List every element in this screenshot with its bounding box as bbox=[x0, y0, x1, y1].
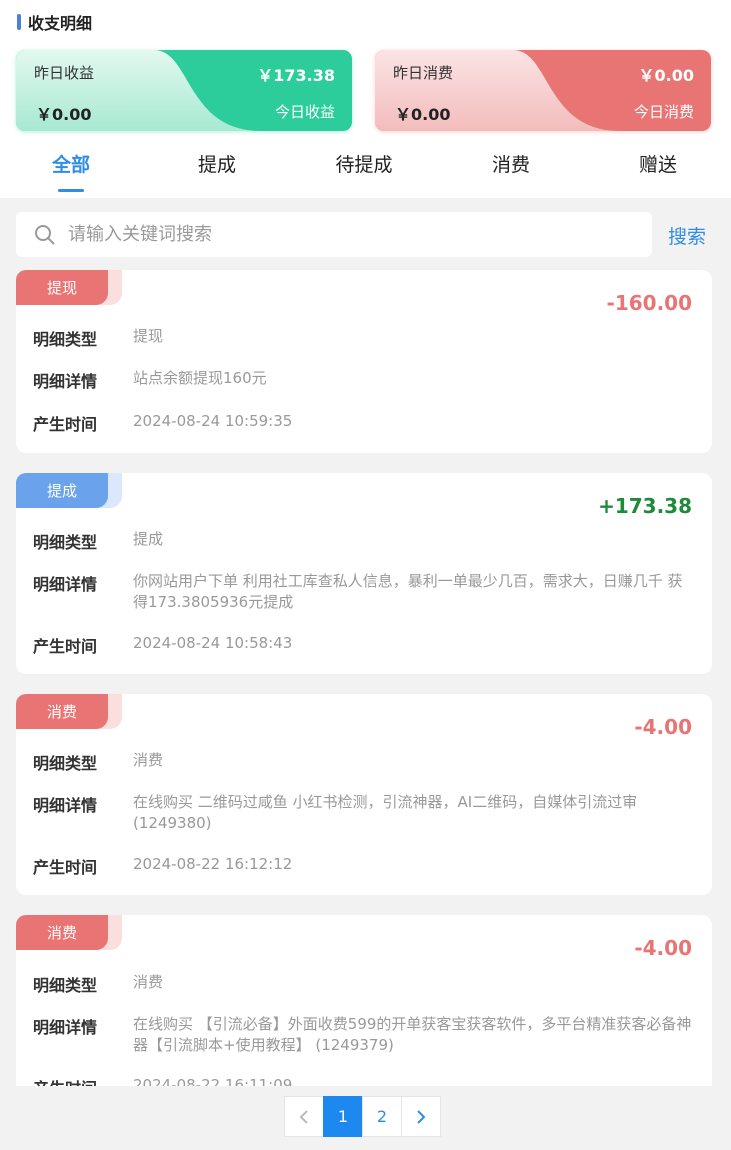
record-type-row: 明细类型 消费 bbox=[33, 972, 693, 996]
search-box bbox=[16, 212, 652, 257]
record-card: 消费 -4.00 明细类型 消费 明细详情 在线购买 【引流必备】外面收费599… bbox=[16, 915, 712, 1086]
page-title: 收支明细 bbox=[17, 12, 93, 33]
record-time-label: 产生时间 bbox=[33, 415, 98, 434]
income-yesterday-value: ￥173.38 bbox=[257, 66, 335, 85]
record-time-row: 产生时间 2024-08-24 10:58:43 bbox=[33, 633, 693, 657]
record-card: 提现 -160.00 明细类型 提现 明细详情 站点余额提现160元 产生时间 … bbox=[16, 270, 712, 453]
page-title-text: 收支明细 bbox=[28, 14, 93, 33]
record-type-label: 明细类型 bbox=[33, 754, 98, 773]
record-time-label: 产生时间 bbox=[33, 1075, 133, 1086]
record-detail-value: 在线购买 【引流必备】外面收费599的开单获客宝获客软件，多平台精准获客必备神器… bbox=[133, 1015, 692, 1054]
page-1-button[interactable]: 1 bbox=[323, 1096, 363, 1137]
tab-all[interactable]: 全部 bbox=[52, 150, 90, 177]
record-detail-label: 明细详情 bbox=[33, 372, 98, 391]
tab-consumption[interactable]: 消费 bbox=[492, 150, 530, 177]
income-yesterday-label: 昨日收益 bbox=[34, 64, 95, 82]
record-time-value: 2024-08-24 10:58:43 bbox=[133, 634, 293, 652]
record-time-row: 产生时间 2024-08-22 16:12:12 bbox=[33, 854, 693, 878]
pagination: 1 2 bbox=[284, 1096, 441, 1137]
record-type-label: 明细类型 bbox=[33, 533, 98, 552]
income-today-label: 今日收益 bbox=[274, 103, 335, 121]
record-amount: +173.38 bbox=[598, 494, 692, 518]
record-time-value: 2024-08-24 10:59:35 bbox=[133, 412, 293, 430]
record-card: 消费 -4.00 明细类型 消费 明细详情 在线购买 二维码过咸鱼 小红书检测，… bbox=[16, 694, 712, 895]
tab-commission[interactable]: 提成 bbox=[198, 150, 236, 177]
record-time-label: 产生时间 bbox=[33, 637, 98, 656]
record-detail-value: 站点余额提现160元 bbox=[133, 369, 267, 387]
record-type-label: 明细类型 bbox=[33, 330, 98, 349]
record-detail-label: 明细详情 bbox=[33, 796, 98, 815]
record-detail-value: 你网站用户下单 利用社工库查私人信息，暴利一单最少几百，需求大，日赚几千 获得1… bbox=[133, 572, 683, 611]
record-badge: 提现 bbox=[16, 270, 108, 305]
record-type-row: 明细类型 提现 bbox=[33, 326, 693, 350]
record-time-row: 产生时间 2024-08-24 10:59:35 bbox=[33, 411, 693, 435]
page-2-button[interactable]: 2 bbox=[362, 1096, 402, 1137]
record-amount: -4.00 bbox=[634, 715, 692, 739]
active-tab-indicator bbox=[58, 189, 84, 192]
record-detail-row: 明细详情 你网站用户下单 利用社工库查私人信息，暴利一单最少几百，需求大，日赚几… bbox=[33, 571, 693, 613]
title-accent-bar bbox=[17, 14, 21, 30]
record-card: 提成 +173.38 明细类型 提成 明细详情 你网站用户下单 利用社工库查私人… bbox=[16, 473, 712, 674]
record-time-label: 产生时间 bbox=[33, 858, 98, 877]
record-type-row: 明细类型 提成 bbox=[33, 529, 693, 553]
income-today-value: ￥0.00 bbox=[36, 105, 92, 124]
chevron-left-icon bbox=[299, 1109, 308, 1124]
record-detail-row: 明细详情 在线购买 二维码过咸鱼 小红书检测，引流神器，AI二维码，自媒体引流过… bbox=[33, 792, 693, 834]
tab-pending-commission[interactable]: 待提成 bbox=[335, 150, 392, 177]
income-card: 昨日收益 ￥173.38 ￥0.00 今日收益 bbox=[16, 50, 352, 131]
record-detail-row: 明细详情 在线购买 【引流必备】外面收费599的开单获客宝获客软件，多平台精准获… bbox=[33, 1014, 693, 1056]
next-page-button[interactable] bbox=[401, 1096, 441, 1137]
record-detail-row: 明细详情 站点余额提现160元 bbox=[33, 368, 693, 392]
record-type-value: 消费 bbox=[133, 973, 164, 991]
chevron-right-icon bbox=[417, 1109, 426, 1124]
filter-tabs: 全部 提成 待提成 消费 赠送 bbox=[0, 150, 731, 192]
expense-today-value: ￥0.00 bbox=[395, 105, 451, 124]
record-type-value: 消费 bbox=[133, 751, 164, 769]
search-input[interactable] bbox=[68, 224, 628, 245]
expense-yesterday-label: 昨日消费 bbox=[393, 64, 454, 82]
record-time-row: 产生时间 2024-08-22 16:11:09 bbox=[33, 1075, 693, 1086]
record-amount: -4.00 bbox=[634, 936, 692, 960]
tab-gift[interactable]: 赠送 bbox=[639, 150, 677, 177]
search-icon bbox=[35, 224, 55, 244]
record-type-label: 明细类型 bbox=[33, 976, 98, 995]
expense-today-label: 今日消费 bbox=[633, 103, 694, 121]
expense-yesterday-value: ￥0.00 bbox=[638, 66, 694, 85]
record-amount: -160.00 bbox=[606, 291, 692, 315]
record-badge: 消费 bbox=[16, 915, 108, 950]
record-detail-label: 明细详情 bbox=[33, 1018, 98, 1037]
expense-card: 昨日消费 ￥0.00 ￥0.00 今日消费 bbox=[375, 50, 711, 131]
search-button[interactable]: 搜索 bbox=[668, 222, 706, 249]
record-type-row: 明细类型 消费 bbox=[33, 750, 693, 774]
record-detail-value: 在线购买 二维码过咸鱼 小红书检测，引流神器，AI二维码，自媒体引流过审 (12… bbox=[133, 793, 638, 832]
header-panel: 收支明细 昨日收益 ￥173.38 ￥0.00 今日收益 昨日消费 ￥0.00 … bbox=[0, 0, 731, 198]
record-type-value: 提成 bbox=[133, 530, 164, 548]
prev-page-button[interactable] bbox=[284, 1096, 324, 1137]
record-badge: 消费 bbox=[16, 694, 108, 729]
record-detail-label: 明细详情 bbox=[33, 575, 98, 594]
record-time-value: 2024-08-22 16:11:09 bbox=[133, 1076, 293, 1086]
record-badge: 提成 bbox=[16, 473, 108, 508]
record-time-value: 2024-08-22 16:12:12 bbox=[133, 855, 293, 873]
record-type-value: 提现 bbox=[133, 327, 164, 345]
records-list[interactable]: 提现 -160.00 明细类型 提现 明细详情 站点余额提现160元 产生时间 … bbox=[0, 270, 731, 1086]
